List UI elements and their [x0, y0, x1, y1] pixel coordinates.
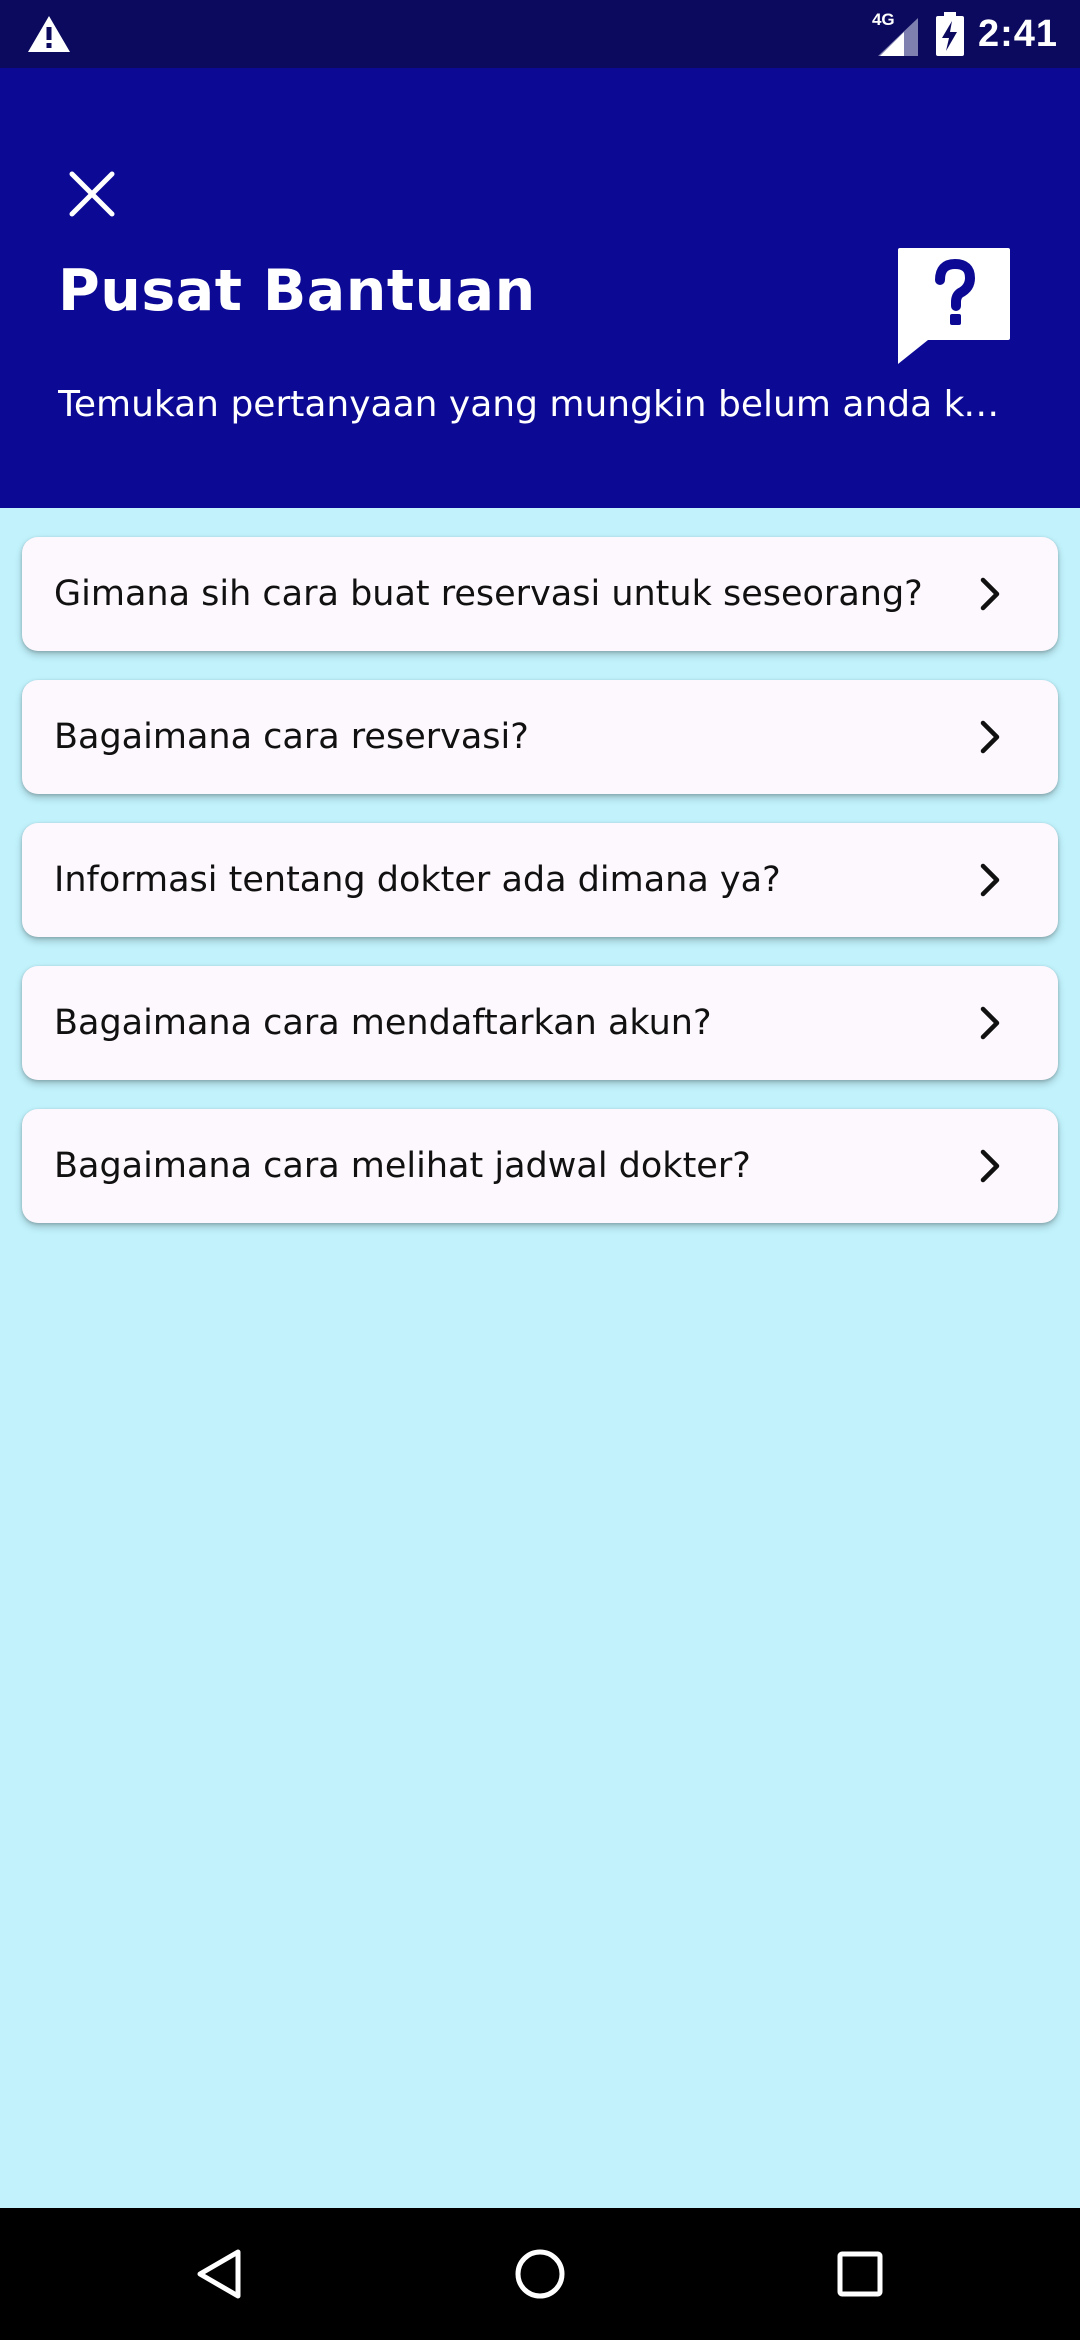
- faq-item-label: Gimana sih cara buat reservasi untuk ses…: [54, 574, 923, 614]
- recents-button[interactable]: [824, 2238, 896, 2310]
- faq-item-label: Bagaimana cara mendaftarkan akun?: [54, 1003, 712, 1043]
- faq-item[interactable]: Informasi tentang dokter ada dimana ya?: [22, 823, 1058, 937]
- close-button[interactable]: [56, 158, 128, 230]
- warning-icon: [28, 16, 70, 52]
- home-circle-icon: [515, 2249, 565, 2299]
- chevron-right-icon: [980, 1006, 1000, 1040]
- faq-item-label: Bagaimana cara reservasi?: [54, 717, 529, 757]
- system-navigation-bar: [0, 2208, 1080, 2340]
- status-indicators: 4G 2:41: [872, 0, 1058, 68]
- chevron-right-icon: [980, 720, 1000, 754]
- back-button[interactable]: [184, 2238, 256, 2310]
- close-icon: [69, 171, 115, 217]
- page-subtitle: Temukan pertanyaan yang mungkin belum an…: [58, 384, 1018, 425]
- help-center-header: Pusat Bantuan Temukan pertanyaan yang mu…: [0, 68, 1080, 508]
- help-question-bubble-icon: [898, 248, 1010, 364]
- status-bar: 4G 2:41: [0, 0, 1080, 68]
- back-triangle-icon: [197, 2249, 241, 2299]
- chevron-right-icon: [980, 577, 1000, 611]
- faq-item-label: Informasi tentang dokter ada dimana ya?: [54, 860, 781, 900]
- faq-item[interactable]: Gimana sih cara buat reservasi untuk ses…: [22, 537, 1058, 651]
- faq-list: Gimana sih cara buat reservasi untuk ses…: [22, 537, 1058, 1252]
- signal-icon: 4G: [872, 10, 922, 56]
- page-title: Pusat Bantuan: [58, 258, 536, 324]
- home-button[interactable]: [504, 2238, 576, 2310]
- battery-charging-icon: [935, 12, 964, 56]
- chevron-right-icon: [980, 863, 1000, 897]
- faq-item[interactable]: Bagaimana cara melihat jadwal dokter?: [22, 1109, 1058, 1223]
- chevron-right-icon: [980, 1149, 1000, 1183]
- status-time: 2:41: [977, 12, 1058, 55]
- faq-item[interactable]: Bagaimana cara mendaftarkan akun?: [22, 966, 1058, 1080]
- faq-item[interactable]: Bagaimana cara reservasi?: [22, 680, 1058, 794]
- recents-square-icon: [837, 2251, 883, 2297]
- faq-item-label: Bagaimana cara melihat jadwal dokter?: [54, 1146, 751, 1186]
